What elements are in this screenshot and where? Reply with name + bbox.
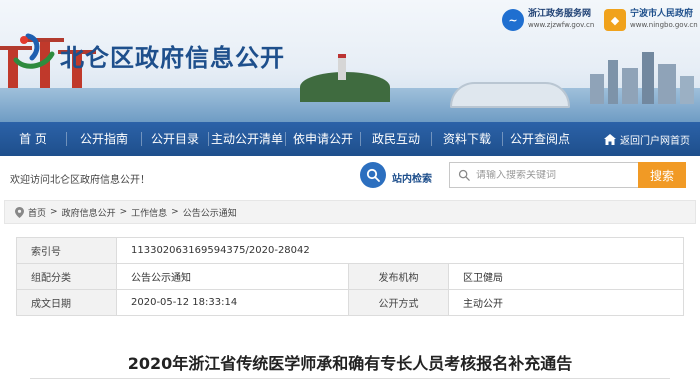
zjzwfw-link[interactable]: ~ 浙江政务服务网 www.zjzwfw.gov.cn <box>502 9 594 31</box>
index-value: 113302063169594375/2020-28042 <box>116 237 684 264</box>
nav-home[interactable]: 首 页 <box>0 122 66 156</box>
partner1-url: www.zjzwfw.gov.cn <box>528 21 595 29</box>
back-to-portal-link[interactable]: 返回门户网首页 <box>604 132 700 147</box>
breadcrumb-sep: > <box>119 207 128 217</box>
ningbo-logo-icon: ◆ <box>604 9 626 31</box>
date-value: 2020-05-12 18:33:14 <box>116 289 349 316</box>
lighthouse-illustration <box>338 54 346 80</box>
site-search-icon[interactable] <box>360 162 386 188</box>
method-value: 主动公开 <box>448 289 684 316</box>
ningbo-gov-link[interactable]: ◆ 宁波市人民政府 www.ningbo.gov.cn <box>604 9 698 31</box>
document-meta-table: 索引号 113302063169594375/2020-28042 组配分类 公… <box>16 237 684 316</box>
search-input[interactable] <box>476 169 626 181</box>
partner2-url: www.ningbo.gov.cn <box>630 21 698 29</box>
breadcrumb: 首页 > 政府信息公开 > 工作信息 > 公告公示通知 <box>4 200 696 224</box>
nav-guide[interactable]: 公开指南 <box>67 122 141 156</box>
welcome-text: 欢迎访问北仑区政府信息公开！ <box>10 175 150 186</box>
city-skyline-illustration <box>440 44 700 104</box>
district-logo-icon <box>13 33 55 69</box>
table-row: 成文日期 2020-05-12 18:33:14 公开方式 主动公开 <box>16 289 684 316</box>
breadcrumb-disclosure[interactable]: 政府信息公开 <box>62 206 116 219</box>
title-divider <box>30 378 670 379</box>
nav-reading-points[interactable]: 公开查阅点 <box>503 122 577 156</box>
index-label: 索引号 <box>16 237 117 264</box>
breadcrumb-sep: > <box>171 207 179 217</box>
zjzwfw-logo-icon: ~ <box>502 9 524 31</box>
partner2-name: 宁波市人民政府 <box>630 9 694 19</box>
table-row: 索引号 113302063169594375/2020-28042 <box>16 237 684 264</box>
nav-interaction[interactable]: 政民互动 <box>361 122 431 156</box>
header-banner: 北仑区政府信息公开 ~ 浙江政务服务网 www.zjzwfw.gov.cn ◆ … <box>0 0 700 122</box>
table-row: 组配分类 公告公示通知 发布机构 区卫健局 <box>16 263 684 290</box>
home-icon <box>604 133 616 145</box>
date-label: 成文日期 <box>16 289 117 316</box>
nav-disclosure-list[interactable]: 主动公开清单 <box>209 122 285 156</box>
method-label: 公开方式 <box>348 289 449 316</box>
breadcrumb-home[interactable]: 首页 <box>28 206 46 219</box>
nav-downloads[interactable]: 资料下载 <box>432 122 502 156</box>
partner1-name: 浙江政务服务网 <box>528 9 592 19</box>
search-button[interactable]: 搜索 <box>638 162 686 188</box>
search-box <box>449 162 639 188</box>
main-nav: 首 页 公开指南 公开目录 主动公开清单 依申请公开 政民互动 资料下载 公开查… <box>0 122 700 156</box>
breadcrumb-notices[interactable]: 公告公示通知 <box>183 206 237 219</box>
article-title: 2020年浙江省传统医学师承和确有专长人员考核报名补充通告 <box>127 354 573 373</box>
breadcrumb-work-info[interactable]: 工作信息 <box>131 206 167 219</box>
back-to-portal-label: 返回门户网首页 <box>620 135 690 147</box>
publisher-value: 区卫健局 <box>448 263 684 290</box>
category-value: 公告公示通知 <box>116 263 349 290</box>
search-icon <box>458 169 470 181</box>
category-label: 组配分类 <box>16 263 117 290</box>
location-pin-icon <box>15 206 24 218</box>
nav-application[interactable]: 依申请公开 <box>286 122 360 156</box>
nav-catalog[interactable]: 公开目录 <box>142 122 208 156</box>
publisher-label: 发布机构 <box>348 263 449 290</box>
breadcrumb-sep: > <box>50 207 58 217</box>
nav-home-label: 首 页 <box>19 132 47 146</box>
site-search-label[interactable]: 站内检索 <box>392 170 432 185</box>
site-title: 北仑区政府信息公开 <box>60 44 285 72</box>
